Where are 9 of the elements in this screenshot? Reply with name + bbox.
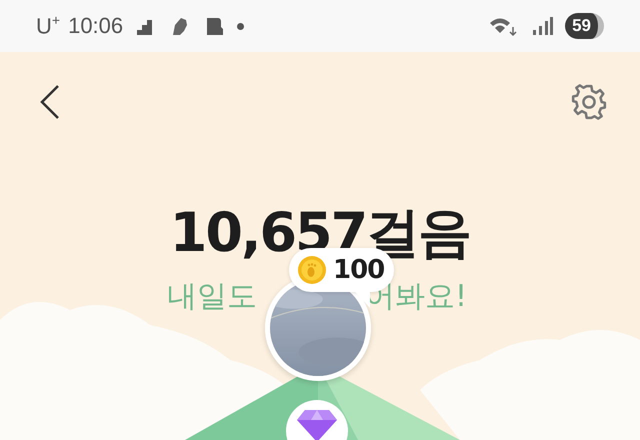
settings-icon[interactable] <box>570 83 608 121</box>
battery-indicator: 59 <box>565 13 604 39</box>
notification-dot <box>237 22 244 30</box>
carrier-label: U$^{+}$ <box>36 12 60 40</box>
back-icon[interactable] <box>38 84 62 120</box>
clock: 10:06 <box>68 13 124 39</box>
encouragement-text: 내일도 <box>166 278 257 316</box>
gem-icon <box>297 408 337 440</box>
signal-icon <box>531 15 554 37</box>
